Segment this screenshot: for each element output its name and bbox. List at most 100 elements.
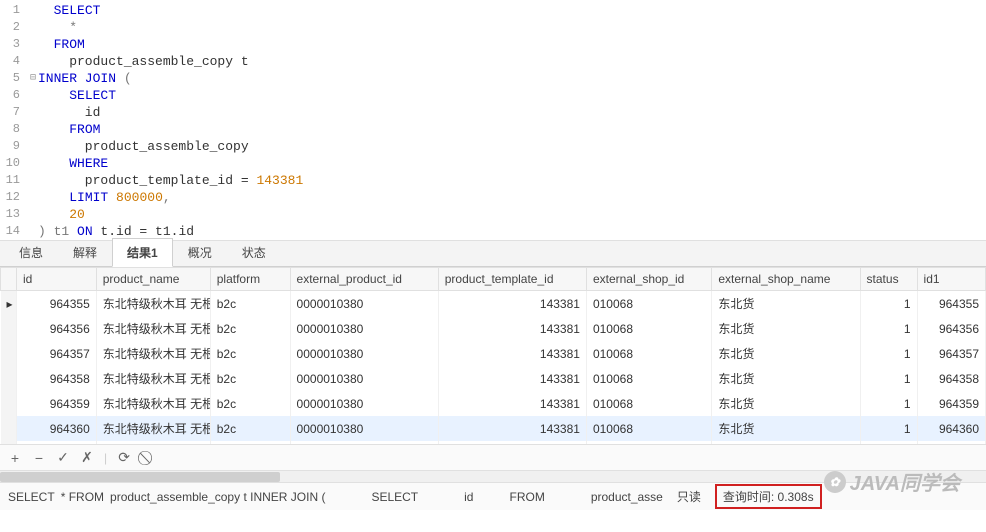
column-header-id[interactable]: id [16,268,96,291]
tab-解释[interactable]: 解释 [58,238,112,266]
cell-product_template_id[interactable]: 143381 [438,341,586,366]
cell-status[interactable]: 1 [860,316,917,341]
column-header-id1[interactable]: id1 [917,268,985,291]
cell-external_shop_id[interactable]: 010068 [586,441,711,444]
sql-editor[interactable]: 1 SELECT2 *3 FROM4 product_assemble_copy… [0,0,986,241]
commit-icon[interactable]: ✓ [56,451,70,465]
cell-id1[interactable]: 964360 [917,416,985,441]
table-row[interactable]: 964358东北特级秋木耳 无根b2c000001038014338101006… [1,366,986,391]
cell-platform[interactable]: b2c [210,366,290,391]
delete-row-icon[interactable]: − [32,451,46,465]
row-marker[interactable] [1,416,17,441]
code-line[interactable]: LIMIT 800000, [38,189,171,206]
cell-external_shop_id[interactable]: 010068 [586,291,711,317]
code-line[interactable]: FROM [38,36,85,53]
column-header-status[interactable]: status [860,268,917,291]
cell-external_product_id[interactable]: 0000010380 [290,391,438,416]
cell-id[interactable]: 964356 [16,316,96,341]
code-line[interactable]: product_assemble_copy [38,138,249,155]
column-header-external_shop_name[interactable]: external_shop_name [712,268,860,291]
table-row[interactable]: ▸ 964355 东北特级秋木耳 无根b2c00000103801433810100… [1,291,986,317]
code-line[interactable]: 20 [38,206,85,223]
column-header-external_product_id[interactable]: external_product_id [290,268,438,291]
row-marker[interactable] [1,341,17,366]
table-row[interactable]: 964360 东北特级秋木耳 无根b2c000001038014338101006… [1,416,986,441]
cell-id1[interactable]: 964357 [917,341,985,366]
code-line[interactable]: * [38,19,77,36]
cell-id1[interactable]: 964359 [917,391,985,416]
table-row[interactable]: 964357东北特级秋木耳 无根b2c000001038014338101006… [1,341,986,366]
cell-external_product_id[interactable]: 0000010380 [290,416,438,441]
cell-id[interactable]: 964358 [16,366,96,391]
cell-status[interactable]: 1 [860,441,917,444]
cell-external_product_id[interactable]: 0000010380 [290,441,438,444]
cell-external_shop_name[interactable]: 东北货 [712,441,860,444]
result-grid[interactable]: idproduct_nameplatformexternal_product_i… [0,267,986,444]
cell-platform[interactable]: b2c [210,416,290,441]
cell-platform[interactable]: b2c [210,316,290,341]
column-header-platform[interactable]: platform [210,268,290,291]
cell-product_template_id[interactable]: 143381 [438,416,586,441]
code-line[interactable]: product_assemble_copy t [38,53,249,70]
horizontal-scrollbar[interactable] [0,470,986,482]
row-marker[interactable] [1,441,17,444]
cell-product_template_id[interactable]: 143381 [438,366,586,391]
code-line[interactable]: FROM [38,121,100,138]
cell-product_name[interactable]: 东北特级秋木耳 无根 [96,366,210,391]
cell-external_shop_id[interactable]: 010068 [586,366,711,391]
code-line[interactable]: id [38,104,100,121]
cell-id[interactable]: 964359 [16,391,96,416]
cell-external_product_id[interactable]: 0000010380 [290,316,438,341]
table-row[interactable]: 964356东北特级秋木耳 无根b2c000001038014338101006… [1,316,986,341]
code-line[interactable]: WHERE [38,155,108,172]
cell-product_template_id[interactable]: 143381 [438,316,586,341]
stop-icon[interactable]: ⃠ [141,451,155,465]
cell-product_name[interactable]: 东北特级秋木耳 无根 [96,291,210,317]
scrollbar-thumb[interactable] [0,472,280,482]
cell-product_template_id[interactable]: 143381 [438,391,586,416]
cell-status[interactable]: 1 [860,416,917,441]
cell-id[interactable]: 964361 [16,441,96,444]
cell-external_shop_name[interactable]: 东北货 [712,291,860,317]
column-header-product_name[interactable]: product_name [96,268,210,291]
row-marker[interactable]: ▸ [1,291,17,317]
cell-platform[interactable]: b2c [210,291,290,317]
add-row-icon[interactable]: + [8,451,22,465]
cell-external_shop_id[interactable]: 010068 [586,316,711,341]
cell-external_shop_id[interactable]: 010068 [586,391,711,416]
cell-id1[interactable]: 964356 [917,316,985,341]
cell-external_shop_name[interactable]: 东北货 [712,316,860,341]
cell-product_name[interactable]: 东北特级秋木耳 无根 [96,391,210,416]
cell-status[interactable]: 1 [860,341,917,366]
cell-platform[interactable]: b2c [210,391,290,416]
table-row[interactable]: 964359东北特级秋木耳 无根b2c000001038014338101006… [1,391,986,416]
cell-product_name[interactable]: 东北特级秋木耳 无根 [96,316,210,341]
cell-status[interactable]: 1 [860,366,917,391]
cell-product_name[interactable]: 东北特级秋木耳 无根 [96,441,210,444]
refresh-icon[interactable]: ⟳ [117,451,131,465]
column-header-external_shop_id[interactable]: external_shop_id [586,268,711,291]
cell-external_shop_id[interactable]: 010068 [586,341,711,366]
code-line[interactable]: SELECT [38,2,100,19]
cell-id[interactable]: 964357 [16,341,96,366]
code-line[interactable]: INNER JOIN ( [38,70,132,87]
cell-external_shop_id[interactable]: 010068 [586,416,711,441]
cell-product_name[interactable]: 东北特级秋木耳 无根 [96,416,210,441]
cell-platform[interactable]: b2c [210,441,290,444]
cell-external_shop_name[interactable]: 东北货 [712,391,860,416]
row-marker[interactable] [1,391,17,416]
cell-status[interactable]: 1 [860,291,917,317]
cell-id1[interactable]: 964355 [917,291,985,317]
fold-icon[interactable]: ⊟ [28,70,38,87]
cell-product_template_id[interactable]: 143381 [438,291,586,317]
cell-id1[interactable]: 964358 [917,366,985,391]
cell-external_product_id[interactable]: 0000010380 [290,291,438,317]
code-line[interactable]: SELECT [38,87,116,104]
tab-信息[interactable]: 信息 [4,238,58,266]
cell-external_shop_name[interactable]: 东北货 [712,366,860,391]
tab-状态[interactable]: 状态 [227,238,281,266]
code-line[interactable]: product_template_id = 143381 [38,172,303,189]
cell-external_product_id[interactable]: 0000010380 [290,341,438,366]
cell-product_template_id[interactable]: 143381 [438,441,586,444]
cell-external_product_id[interactable]: 0000010380 [290,366,438,391]
